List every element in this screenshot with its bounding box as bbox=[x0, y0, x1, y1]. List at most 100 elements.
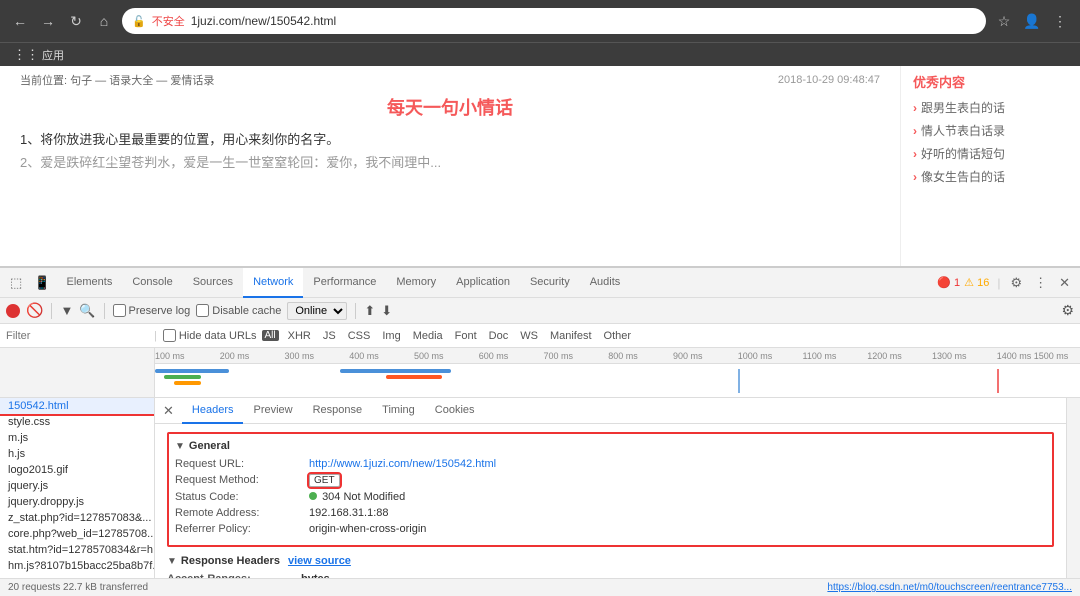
response-headers-title[interactable]: ▼ Response Headers view source bbox=[167, 555, 1054, 567]
sidebar-link-0[interactable]: 跟男生表白的话 bbox=[913, 99, 1068, 116]
content-area: 150542.html style.css m.js h.js logo2015… bbox=[0, 398, 1080, 578]
view-source-link[interactable]: view source bbox=[288, 555, 351, 567]
details-tab-response[interactable]: Response bbox=[303, 398, 373, 424]
record-button[interactable] bbox=[6, 304, 20, 318]
response-headers-title-text: Response Headers bbox=[181, 555, 280, 567]
file-item-7[interactable]: z_stat.php?id=127857083&... bbox=[0, 510, 154, 526]
search-button[interactable]: 🔍 bbox=[79, 303, 95, 319]
tab-memory[interactable]: Memory bbox=[386, 268, 446, 298]
tab-audits[interactable]: Audits bbox=[580, 268, 631, 298]
details-tab-cookies[interactable]: Cookies bbox=[425, 398, 485, 424]
filter-type-manifest[interactable]: Manifest bbox=[547, 329, 595, 343]
timeline-ruler: 100 ms 200 ms 300 ms 400 ms 500 ms 600 m… bbox=[155, 348, 1080, 364]
file-item-6[interactable]: jquery.droppy.js bbox=[0, 494, 154, 510]
more-tools-button[interactable]: ⋮ bbox=[1028, 271, 1053, 295]
tab-application[interactable]: Application bbox=[446, 268, 520, 298]
remote-address-key: Remote Address: bbox=[175, 507, 305, 519]
throttle-select[interactable]: Online bbox=[287, 302, 347, 320]
general-triangle-icon: ▼ bbox=[175, 441, 185, 452]
tab-performance[interactable]: Performance bbox=[303, 268, 386, 298]
filter-type-media[interactable]: Media bbox=[410, 329, 446, 343]
timeline-area: 100 ms 200 ms 300 ms 400 ms 500 ms 600 m… bbox=[0, 348, 1080, 398]
tab-console[interactable]: Console bbox=[122, 268, 182, 298]
forward-button[interactable]: → bbox=[36, 9, 60, 33]
request-url-val[interactable]: http://www.1juzi.com/new/150542.html bbox=[309, 458, 496, 470]
error-count: 🔴 1 bbox=[937, 276, 960, 289]
tab-security[interactable]: Security bbox=[520, 268, 580, 298]
file-item-3[interactable]: h.js bbox=[0, 446, 154, 462]
track-bar-6 bbox=[738, 369, 740, 393]
file-list[interactable]: 150542.html style.css m.js h.js logo2015… bbox=[0, 398, 155, 578]
status-link[interactable]: https://blog.csdn.net/m0/touchscreen/ree… bbox=[827, 582, 1072, 593]
hide-data-urls-checkbox[interactable] bbox=[163, 329, 176, 342]
device-mode-button[interactable]: 📱 bbox=[28, 271, 56, 295]
browser-chrome: ← → ↻ ⌂ 🔓 不安全 1juzi.com/new/150542.html … bbox=[0, 0, 1080, 42]
status-code-key: Status Code: bbox=[175, 491, 305, 503]
file-item-8[interactable]: core.php?web_id=12785708... bbox=[0, 526, 154, 542]
apps-bookmark[interactable]: ⋮⋮ 应用 bbox=[8, 45, 69, 65]
export-har-button[interactable]: ⬇ bbox=[381, 303, 392, 319]
settings-button[interactable]: ⚙ bbox=[1004, 271, 1028, 295]
referrer-policy-key: Referrer Policy: bbox=[175, 523, 305, 535]
tick-600ms: 600 ms bbox=[479, 351, 509, 361]
filter-type-css[interactable]: CSS bbox=[345, 329, 374, 343]
disable-cache-checkbox[interactable] bbox=[196, 304, 209, 317]
page-text-1: 1、将你放进我心里最重要的位置，用心来刻你的名字。 bbox=[20, 128, 880, 151]
page-content-wrapper: 当前位置: 句子 — 语录大全 — 爱情话录 2018-10-29 09:48:… bbox=[0, 66, 1080, 542]
clear-button[interactable]: 🚫 bbox=[26, 302, 43, 319]
details-tab-timing[interactable]: Timing bbox=[372, 398, 425, 424]
close-details-button[interactable]: ✕ bbox=[163, 403, 174, 419]
file-item-4[interactable]: logo2015.gif bbox=[0, 462, 154, 478]
general-section-title[interactable]: ▼ General bbox=[175, 440, 1046, 452]
sidebar-link-3[interactable]: 像女生告白的话 bbox=[913, 168, 1068, 185]
filter-type-img[interactable]: Img bbox=[379, 329, 403, 343]
file-item-9[interactable]: stat.htm?id=1278570834&r=h... bbox=[0, 542, 154, 558]
details-tabs: ✕ Headers Preview Response Timing Cookie… bbox=[155, 398, 1066, 424]
tick-500ms: 500 ms bbox=[414, 351, 444, 361]
network-settings-button[interactable]: ⚙ bbox=[1061, 302, 1074, 319]
file-item-2[interactable]: m.js bbox=[0, 430, 154, 446]
filter-type-ws[interactable]: WS bbox=[517, 329, 541, 343]
import-har-button[interactable]: ⬆ bbox=[364, 303, 375, 319]
home-button[interactable]: ⌂ bbox=[92, 9, 116, 33]
filter-input[interactable] bbox=[6, 330, 148, 342]
file-item-0[interactable]: 150542.html bbox=[0, 398, 154, 414]
tick-400ms: 400 ms bbox=[349, 351, 379, 361]
file-item-10[interactable]: hm.js?8107b15bacc25ba8b7f... bbox=[0, 558, 154, 574]
filter-type-doc[interactable]: Doc bbox=[486, 329, 512, 343]
filter-type-other[interactable]: Other bbox=[601, 329, 635, 343]
tab-sources[interactable]: Sources bbox=[183, 268, 243, 298]
response-headers-triangle-icon: ▼ bbox=[167, 556, 177, 567]
page-left: 当前位置: 句子 — 语录大全 — 爱情话录 2018-10-29 09:48:… bbox=[0, 66, 900, 266]
tab-network[interactable]: Network bbox=[243, 268, 303, 298]
profile-button[interactable]: 👤 bbox=[1020, 9, 1044, 33]
track-bar-1 bbox=[155, 369, 229, 373]
close-devtools-button[interactable]: ✕ bbox=[1053, 271, 1076, 295]
right-scrollbar[interactable] bbox=[1066, 398, 1080, 578]
reload-button[interactable]: ↻ bbox=[64, 9, 88, 33]
file-item-1[interactable]: style.css bbox=[0, 414, 154, 430]
filter-type-xhr[interactable]: XHR bbox=[285, 329, 314, 343]
back-button[interactable]: ← bbox=[8, 9, 32, 33]
address-bar[interactable]: 🔓 不安全 1juzi.com/new/150542.html bbox=[122, 8, 986, 34]
menu-button[interactable]: ⋮ bbox=[1048, 9, 1072, 33]
file-item-5[interactable]: jquery.js bbox=[0, 478, 154, 494]
inspect-element-button[interactable]: ⬚ bbox=[4, 271, 28, 295]
filter-type-font[interactable]: Font bbox=[452, 329, 480, 343]
bookmark-star-button[interactable]: ☆ bbox=[992, 9, 1016, 33]
preserve-log-checkbox[interactable] bbox=[113, 304, 126, 317]
filter-button[interactable]: ▼ bbox=[60, 303, 73, 318]
details-content: ▼ General Request URL: http://www.1juzi.… bbox=[155, 424, 1066, 578]
tick-200ms: 200 ms bbox=[220, 351, 250, 361]
disable-cache-label[interactable]: Disable cache bbox=[196, 304, 281, 317]
hide-data-urls-label[interactable]: Hide data URLs All bbox=[163, 329, 279, 342]
track-bar-3 bbox=[174, 381, 202, 385]
preserve-log-label[interactable]: Preserve log bbox=[113, 304, 191, 317]
tab-elements[interactable]: Elements bbox=[56, 268, 122, 298]
filter-type-js[interactable]: JS bbox=[320, 329, 339, 343]
sidebar-link-2[interactable]: 好听的情话短句 bbox=[913, 145, 1068, 162]
sidebar-link-1[interactable]: 情人节表白话录 bbox=[913, 122, 1068, 139]
details-tab-preview[interactable]: Preview bbox=[243, 398, 302, 424]
details-tab-headers[interactable]: Headers bbox=[182, 398, 244, 424]
details-panel: ✕ Headers Preview Response Timing Cookie… bbox=[155, 398, 1066, 578]
